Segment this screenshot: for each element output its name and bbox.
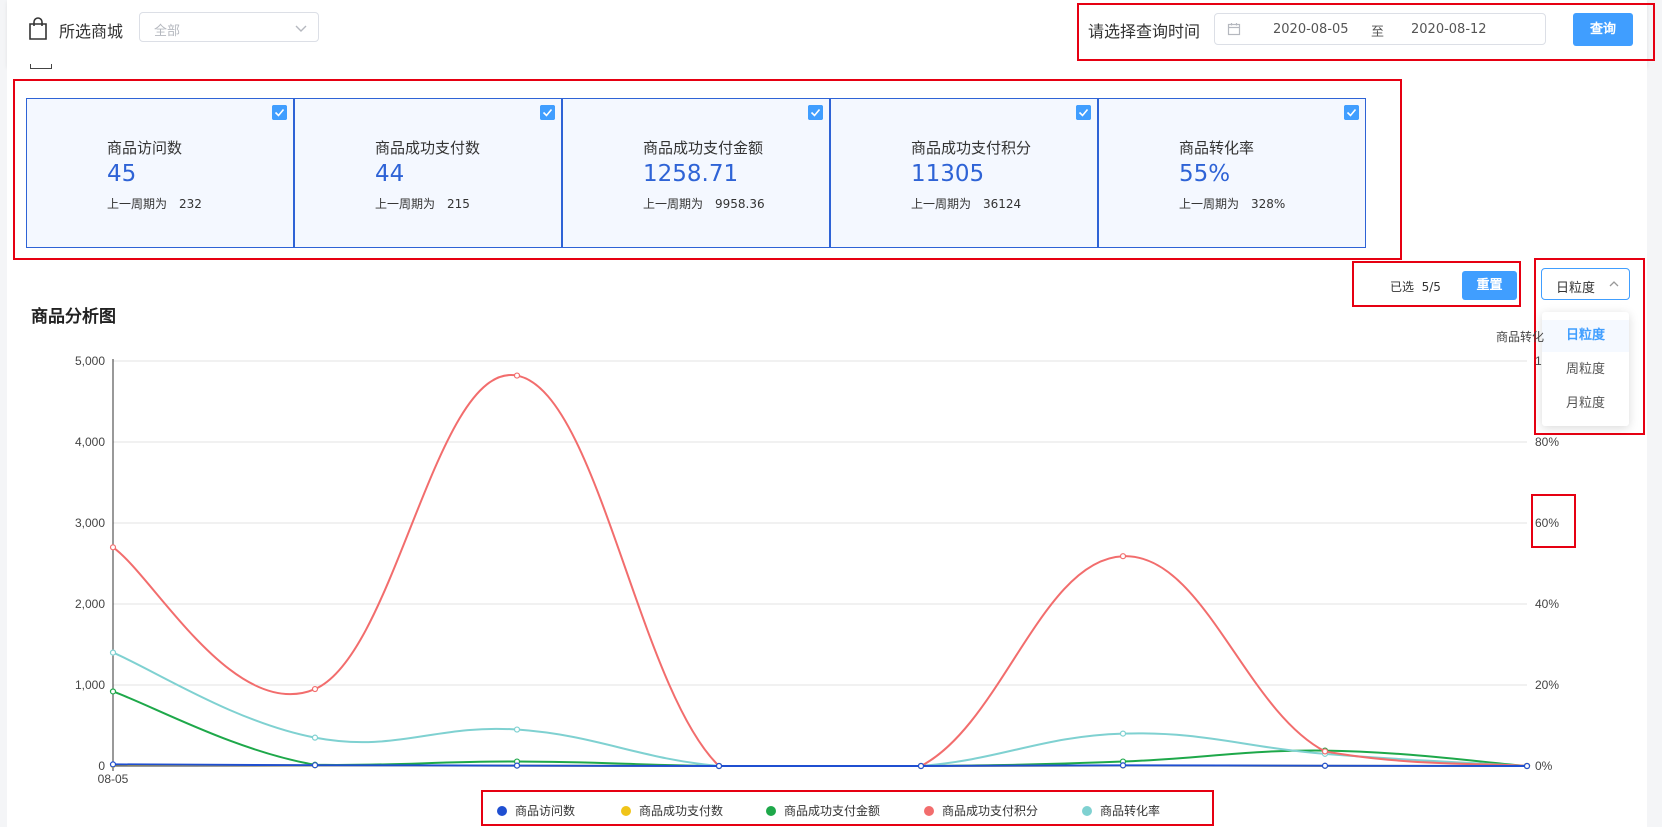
legend-item-paid-points[interactable]: 商品成功支付积分 [924,802,1038,819]
y-left-tick-label: 3,000 [75,516,105,530]
data-point [109,761,117,768]
data-point [1119,730,1127,737]
y-right-tick-label: 80% [1535,435,1559,449]
legend-label: 商品成功支付数 [639,804,724,818]
y-left-tick-label: 4,000 [75,435,105,449]
y-left-tick-label: 2,000 [75,597,105,611]
legend-item-conversion[interactable]: 商品转化率 [1082,802,1160,819]
legend-dot [621,806,631,816]
legend-item-paid-amount[interactable]: 商品成功支付金额 [766,802,880,819]
y-right-tick-label: 0% [1535,759,1553,773]
data-point [311,762,319,769]
data-point [1321,748,1329,755]
data-point [109,688,117,695]
legend-label: 商品访问数 [515,804,576,818]
y-left-tick-label: 1,000 [75,678,105,692]
data-point [109,544,117,551]
data-point [1119,762,1127,769]
legend-dot [497,806,507,816]
data-point [715,762,723,770]
y-right-tick-label: 40% [1535,597,1559,611]
legend-dot [1082,806,1092,816]
y-left-tick-label: 5,000 [75,354,105,368]
y-right-tick-label: 20% [1535,678,1559,692]
data-point [513,762,521,769]
y-left-tick-label: 0 [98,759,105,773]
legend-dot [924,806,934,816]
data-point [1119,553,1127,560]
data-point [1523,762,1531,770]
analysis-chart: 01,0002,0003,0004,0005,0000%20%40%60%80%… [75,329,1559,786]
x-tick-label: 08-05 [98,772,129,786]
legend-dot [766,806,776,816]
legend-label: 商品成功支付积分 [942,804,1039,818]
legend-item-visits[interactable]: 商品访问数 [497,802,575,819]
data-point [311,734,319,741]
data-point [917,762,925,770]
y-right-axis-label: 商品转化 [1496,329,1544,344]
series-line [112,651,1528,768]
legend-label: 商品成功支付金额 [784,804,881,818]
series-line [112,690,1528,768]
data-point [513,726,521,733]
y-right-tick-label: 1 [1535,354,1542,368]
data-point [513,372,521,379]
legend-label: 商品转化率 [1100,804,1161,818]
series-line [112,763,1528,768]
data-point [311,685,319,693]
data-point [109,649,117,656]
data-point [1321,762,1329,769]
legend-item-paid-count[interactable]: 商品成功支付数 [621,802,723,819]
tick-60-highlight [1531,494,1576,548]
series-line [112,374,1528,768]
chart-legend: 商品访问数 商品成功支付数 商品成功支付金额 商品成功支付积分 商品转化率 [481,790,1211,826]
